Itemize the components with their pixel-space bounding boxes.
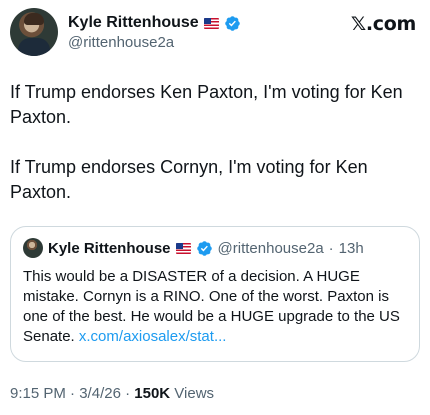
quoted-author-handle: @rittenhouse2a <box>217 239 324 257</box>
views-label: Views <box>170 385 215 402</box>
us-flag-icon <box>203 17 219 29</box>
quoted-tweet-time: 13h <box>338 239 364 257</box>
tweet-meta: 9:15 PM · 3/4/26 · 150K Views <box>10 385 215 402</box>
author-avatar[interactable] <box>10 8 58 56</box>
quoted-author-name: Kyle Rittenhouse <box>48 239 171 257</box>
quoted-tweet[interactable]: Kyle Rittenhouse @rittenhouse2a · 13h Th… <box>10 226 420 362</box>
tweet-paragraph: If Trump endorses Ken Paxton, I'm voting… <box>10 82 403 127</box>
quoted-tweet-header: Kyle Rittenhouse @rittenhouse2a · 13h <box>23 238 364 258</box>
author-handle[interactable]: @rittenhouse2a <box>68 34 241 51</box>
quoted-author-avatar <box>23 238 43 258</box>
us-flag-icon <box>175 242 191 254</box>
x-logo: 𝕏.com <box>350 13 416 35</box>
author-name[interactable]: Kyle Rittenhouse <box>68 14 199 32</box>
tweet-date[interactable]: 3/4/26 <box>79 385 121 402</box>
quoted-tweet-text: This would be a DISASTER of a decision. … <box>23 268 400 345</box>
tweet-paragraph: If Trump endorses Cornyn, I'm voting for… <box>10 157 368 202</box>
separator-dot: · <box>328 239 334 257</box>
verified-badge-icon <box>196 240 212 256</box>
views-count: 150K <box>134 385 171 402</box>
quoted-tweet-link[interactable]: x.com/axiosalex/stat... <box>79 328 227 345</box>
tweet-time[interactable]: 9:15 PM <box>10 385 66 402</box>
author-info: Kyle Rittenhouse @rittenhouse2a <box>68 14 241 51</box>
tweet-text: If Trump endorses Ken Paxton, I'm voting… <box>10 80 420 230</box>
verified-badge-icon <box>224 15 240 31</box>
tweet-header: Kyle Rittenhouse @rittenhouse2a 𝕏.com <box>10 8 420 58</box>
